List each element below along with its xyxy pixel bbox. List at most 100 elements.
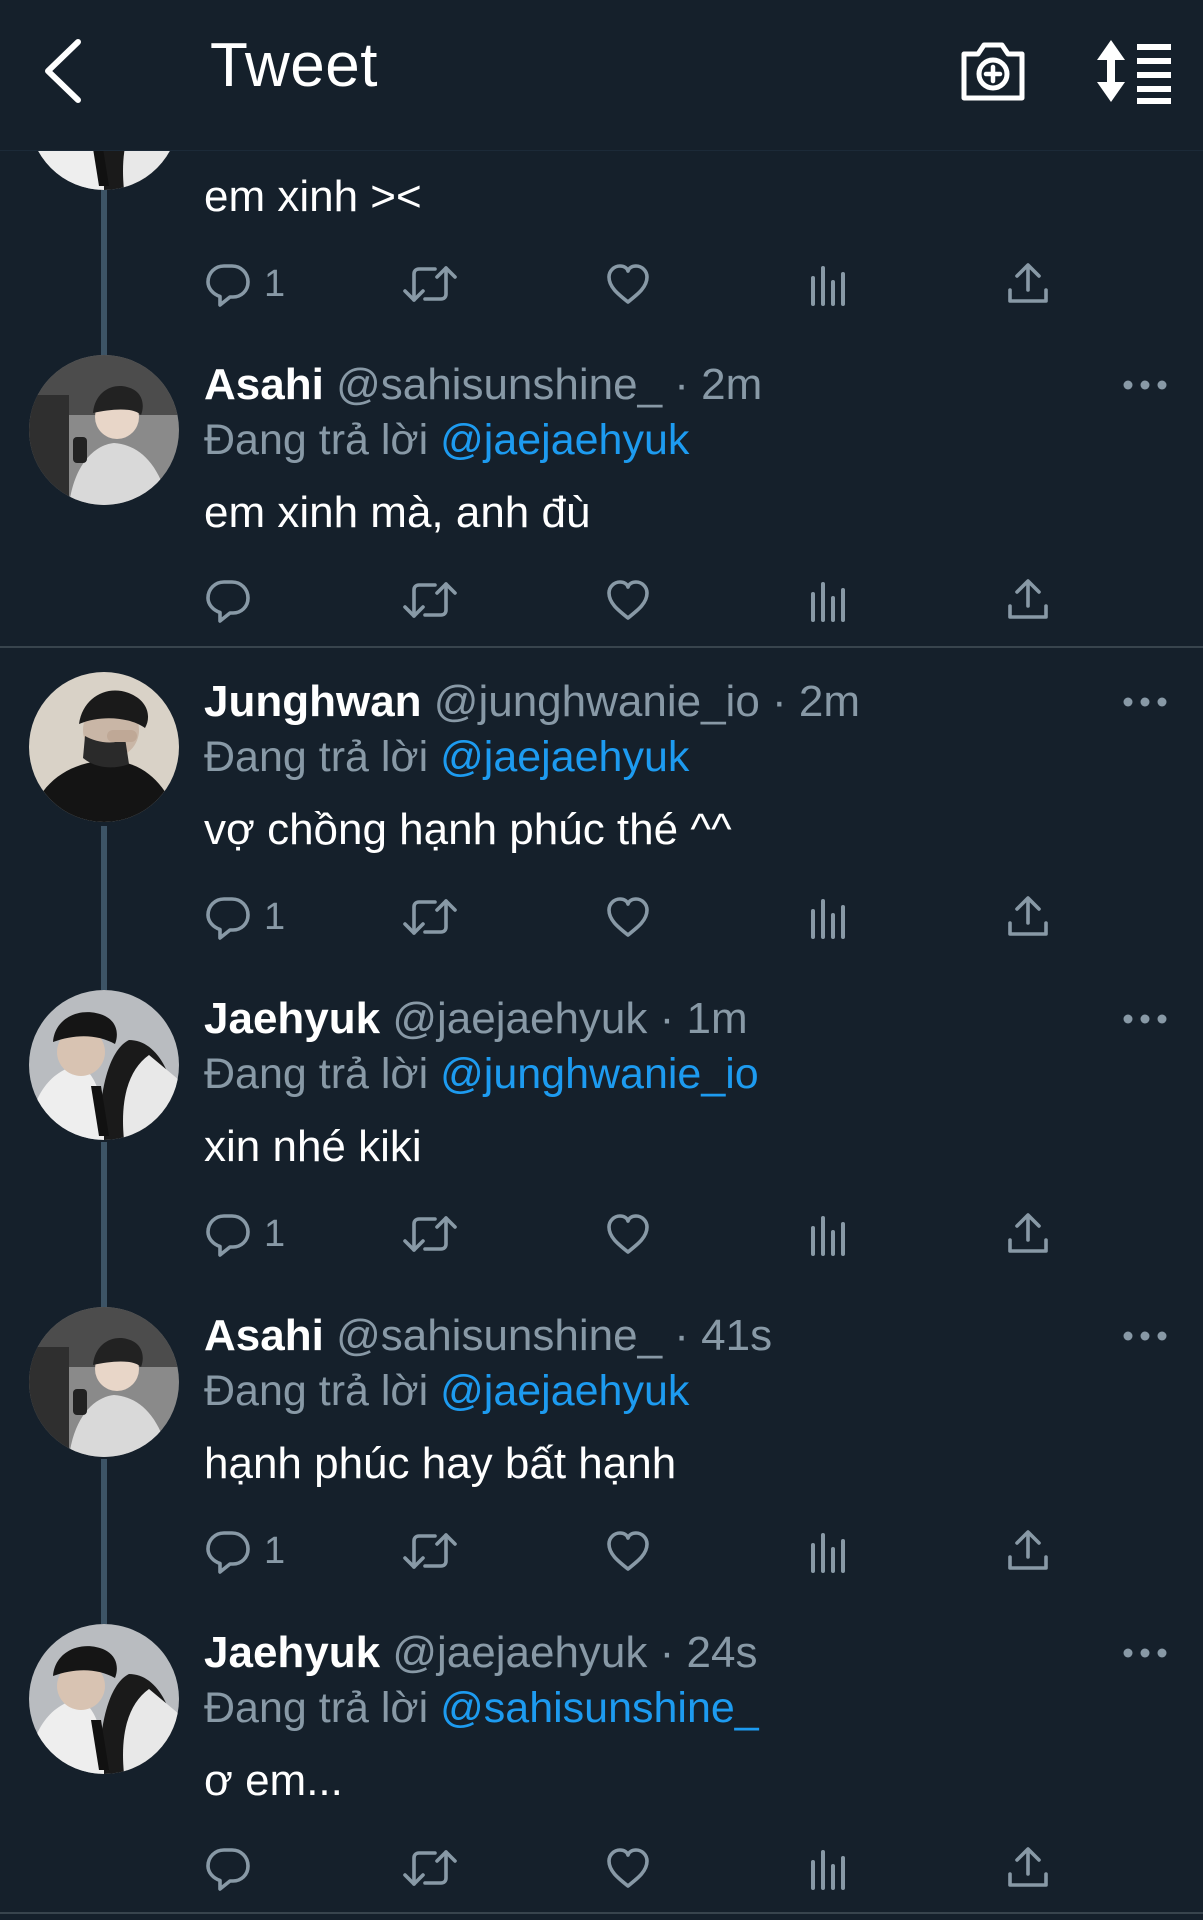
reply-count: 1 bbox=[264, 1212, 286, 1255]
analytics-icon bbox=[804, 893, 852, 941]
share-button[interactable] bbox=[1004, 887, 1052, 947]
reply-button[interactable]: 1 bbox=[204, 887, 285, 947]
more-dots-icon bbox=[1120, 373, 1170, 397]
reply-button[interactable]: 1 bbox=[204, 1204, 285, 1264]
more-options-button[interactable] bbox=[1120, 690, 1170, 714]
more-dots-icon bbox=[1120, 690, 1170, 714]
tweet-header: Junghwan @junghwanie_io · 2m bbox=[204, 677, 860, 727]
reply-context: Đang trả lời @jaejaehyuk bbox=[204, 1367, 689, 1416]
more-dots-icon bbox=[1120, 1324, 1170, 1348]
more-options-button[interactable] bbox=[1120, 1007, 1170, 1031]
more-options-button[interactable] bbox=[1120, 1324, 1170, 1348]
retweet-button[interactable] bbox=[402, 1521, 458, 1581]
heart-icon bbox=[604, 260, 652, 308]
reply-prefix: Đang trả lời bbox=[204, 733, 441, 781]
camera-add-icon bbox=[961, 42, 1025, 101]
top-app-bar: Tweet bbox=[0, 0, 1203, 151]
reply-mention[interactable]: @jaejaehyuk bbox=[440, 416, 689, 464]
more-options-button[interactable] bbox=[1120, 1641, 1170, 1665]
reply-prefix: Đang trả lời bbox=[204, 1367, 441, 1415]
analytics-button[interactable] bbox=[804, 1204, 852, 1264]
reply-context: Đang trả lời @sahisunshine_ bbox=[204, 1684, 759, 1733]
retweet-button[interactable] bbox=[402, 254, 458, 314]
reply-mention[interactable]: @sahisunshine_ bbox=[440, 1684, 759, 1732]
thread-divider bbox=[0, 1912, 1203, 1914]
display-name[interactable]: Jaehyuk bbox=[204, 1628, 380, 1677]
retweet-icon bbox=[402, 1527, 458, 1575]
analytics-button[interactable] bbox=[804, 1521, 852, 1581]
share-button[interactable] bbox=[1004, 1204, 1052, 1264]
tweet-header: Asahi @sahisunshine_ · 41s bbox=[204, 1311, 772, 1361]
retweet-button[interactable] bbox=[402, 887, 458, 947]
share-button[interactable] bbox=[1004, 570, 1052, 630]
user-handle[interactable]: @jaejaehyuk bbox=[392, 1628, 647, 1677]
tweet-actions: 1 bbox=[204, 1204, 1064, 1264]
analytics-button[interactable] bbox=[804, 254, 852, 314]
retweet-icon bbox=[402, 260, 458, 308]
share-icon bbox=[1004, 576, 1052, 624]
retweet-icon bbox=[402, 893, 458, 941]
reply-button[interactable]: 1 bbox=[204, 254, 285, 314]
avatar[interactable] bbox=[29, 1624, 179, 1774]
separator: · bbox=[647, 994, 687, 1043]
more-options-button[interactable] bbox=[1120, 373, 1170, 397]
retweet-button[interactable] bbox=[402, 1838, 458, 1898]
tweet-text: xin nhé kiki bbox=[204, 1122, 422, 1171]
reply-context: Đang trả lời @junghwanie_io bbox=[204, 1050, 759, 1099]
sort-button[interactable] bbox=[1095, 36, 1175, 106]
timestamp: 41s bbox=[701, 1311, 773, 1360]
analytics-button[interactable] bbox=[804, 570, 852, 630]
thread-line bbox=[101, 1142, 107, 1307]
analytics-button[interactable] bbox=[804, 1838, 852, 1898]
retweet-icon bbox=[402, 1844, 458, 1892]
reply-button[interactable]: 1 bbox=[204, 1521, 285, 1581]
timestamp: 2m bbox=[798, 677, 861, 726]
display-name[interactable]: Jaehyuk bbox=[204, 994, 380, 1043]
like-button[interactable] bbox=[604, 570, 652, 630]
share-button[interactable] bbox=[1004, 254, 1052, 314]
reply-mention[interactable]: @jaejaehyuk bbox=[440, 733, 689, 781]
like-button[interactable] bbox=[604, 1521, 652, 1581]
user-handle[interactable]: @jaejaehyuk bbox=[392, 994, 647, 1043]
reply-context: Đang trả lời @jaejaehyuk bbox=[204, 416, 689, 465]
analytics-icon bbox=[804, 1210, 852, 1258]
page-title: Tweet bbox=[210, 31, 378, 100]
user-handle[interactable]: @junghwanie_io bbox=[434, 677, 760, 726]
separator: · bbox=[662, 1311, 702, 1360]
like-button[interactable] bbox=[604, 887, 652, 947]
camera-button[interactable] bbox=[958, 36, 1028, 106]
reply-mention[interactable]: @junghwanie_io bbox=[440, 1050, 759, 1098]
tweet-text: em xinh >< bbox=[204, 172, 422, 221]
avatar[interactable] bbox=[29, 355, 179, 505]
avatar[interactable] bbox=[29, 672, 179, 822]
reply-context: Đang trả lời @jaejaehyuk bbox=[204, 733, 689, 782]
reply-icon bbox=[204, 1527, 252, 1575]
tweet-text: em xinh mà, anh đù bbox=[204, 488, 591, 537]
thread-line bbox=[101, 1459, 107, 1624]
retweet-button[interactable] bbox=[402, 1204, 458, 1264]
like-button[interactable] bbox=[604, 1838, 652, 1898]
tweet-actions: 1 bbox=[204, 1521, 1064, 1581]
share-icon bbox=[1004, 893, 1052, 941]
display-name[interactable]: Asahi bbox=[204, 360, 324, 409]
analytics-button[interactable] bbox=[804, 887, 852, 947]
retweet-button[interactable] bbox=[402, 570, 458, 630]
reply-button[interactable] bbox=[204, 1838, 264, 1898]
reply-button[interactable] bbox=[204, 570, 264, 630]
user-handle[interactable]: @sahisunshine_ bbox=[336, 360, 662, 409]
reply-prefix: Đang trả lời bbox=[204, 1684, 441, 1732]
back-button[interactable] bbox=[40, 36, 90, 106]
display-name[interactable]: Junghwan bbox=[204, 677, 422, 726]
display-name[interactable]: Asahi bbox=[204, 1311, 324, 1360]
like-button[interactable] bbox=[604, 1204, 652, 1264]
avatar[interactable] bbox=[29, 990, 179, 1140]
reply-icon bbox=[204, 893, 252, 941]
share-button[interactable] bbox=[1004, 1521, 1052, 1581]
like-button[interactable] bbox=[604, 254, 652, 314]
reply-count: 1 bbox=[264, 1529, 286, 1572]
avatar[interactable] bbox=[29, 1307, 179, 1457]
share-button[interactable] bbox=[1004, 1838, 1052, 1898]
reply-mention[interactable]: @jaejaehyuk bbox=[440, 1367, 689, 1415]
user-handle[interactable]: @sahisunshine_ bbox=[336, 1311, 662, 1360]
share-icon bbox=[1004, 1844, 1052, 1892]
